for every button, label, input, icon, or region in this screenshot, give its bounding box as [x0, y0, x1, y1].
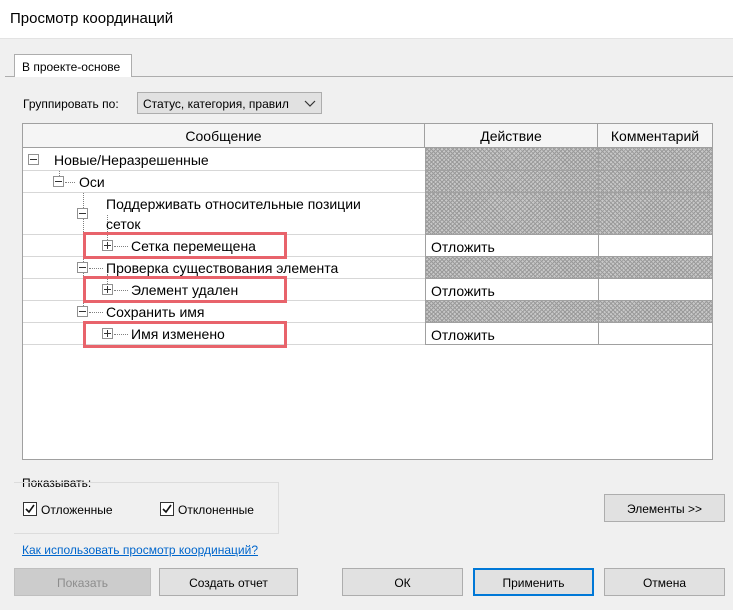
row-comment [598, 148, 712, 171]
window-title: Просмотр координаций [10, 10, 174, 27]
postponed-label[interactable]: Отложенные [41, 503, 113, 517]
group-by-value: Статус, категория, правил [143, 97, 289, 111]
row-action[interactable]: Отложить [425, 235, 598, 257]
table-row[interactable]: Оси [23, 171, 712, 193]
row-message-line2: сеток [106, 216, 141, 232]
row-comment [598, 257, 712, 279]
collapse-icon[interactable] [77, 306, 88, 317]
group-by-label: Группировать по: [23, 97, 119, 111]
row-action [425, 148, 598, 171]
apply-button[interactable]: Применить [473, 568, 594, 596]
tab-host-project[interactable]: В проекте-основе [14, 54, 132, 77]
table-row[interactable]: Новые/Неразрешенные [23, 148, 712, 171]
table-row[interactable]: Поддерживать относительные позиции сеток [23, 193, 712, 235]
collapse-icon[interactable] [77, 208, 88, 219]
check-icon [25, 504, 35, 514]
row-action[interactable]: Отложить [425, 323, 598, 345]
check-icon [162, 504, 172, 514]
row-action [425, 301, 598, 323]
table-row[interactable]: Сохранить имя [23, 301, 712, 323]
group-by-select[interactable]: Статус, категория, правил [137, 92, 322, 114]
collapse-icon[interactable] [53, 176, 64, 187]
coordination-grid: Сообщение Действие Комментарий Новые/Нер… [22, 123, 713, 460]
collapse-icon[interactable] [28, 154, 39, 165]
row-comment [598, 301, 712, 323]
help-link[interactable]: Как использовать просмотр координаций? [22, 543, 258, 557]
highlight-box [83, 321, 287, 348]
elements-button[interactable]: Элементы >> [604, 494, 725, 522]
row-action [425, 171, 598, 193]
postponed-checkbox[interactable] [23, 502, 37, 516]
column-header-action[interactable]: Действие [425, 124, 598, 148]
row-comment[interactable] [598, 235, 712, 257]
row-action [425, 257, 598, 279]
highlight-box [83, 232, 287, 259]
show-button[interactable]: Показать [14, 568, 151, 596]
column-header-message[interactable]: Сообщение [23, 124, 425, 148]
highlight-box [83, 276, 287, 303]
row-comment [598, 193, 712, 235]
collapse-icon[interactable] [77, 262, 88, 273]
create-report-button[interactable]: Создать отчет [159, 568, 298, 596]
cancel-button[interactable]: Отмена [604, 568, 725, 596]
column-header-comment[interactable]: Комментарий [598, 124, 712, 148]
rejected-checkbox[interactable] [160, 502, 174, 516]
row-comment [598, 171, 712, 193]
row-message: Новые/Неразрешенные [54, 152, 209, 168]
ok-button[interactable]: ОК [342, 568, 463, 596]
row-message-line1: Поддерживать относительные позиции [106, 196, 361, 212]
title-divider [0, 38, 733, 39]
row-message: Проверка существования элемента [106, 260, 339, 276]
row-action [425, 193, 598, 235]
row-message: Оси [79, 174, 105, 190]
row-action[interactable]: Отложить [425, 279, 598, 301]
chevron-down-icon [304, 95, 316, 113]
title-bar: Просмотр координаций [0, 0, 733, 38]
row-comment[interactable] [598, 279, 712, 301]
row-message: Сохранить имя [106, 304, 205, 320]
rejected-label[interactable]: Отклоненные [178, 503, 254, 517]
row-comment[interactable] [598, 323, 712, 345]
